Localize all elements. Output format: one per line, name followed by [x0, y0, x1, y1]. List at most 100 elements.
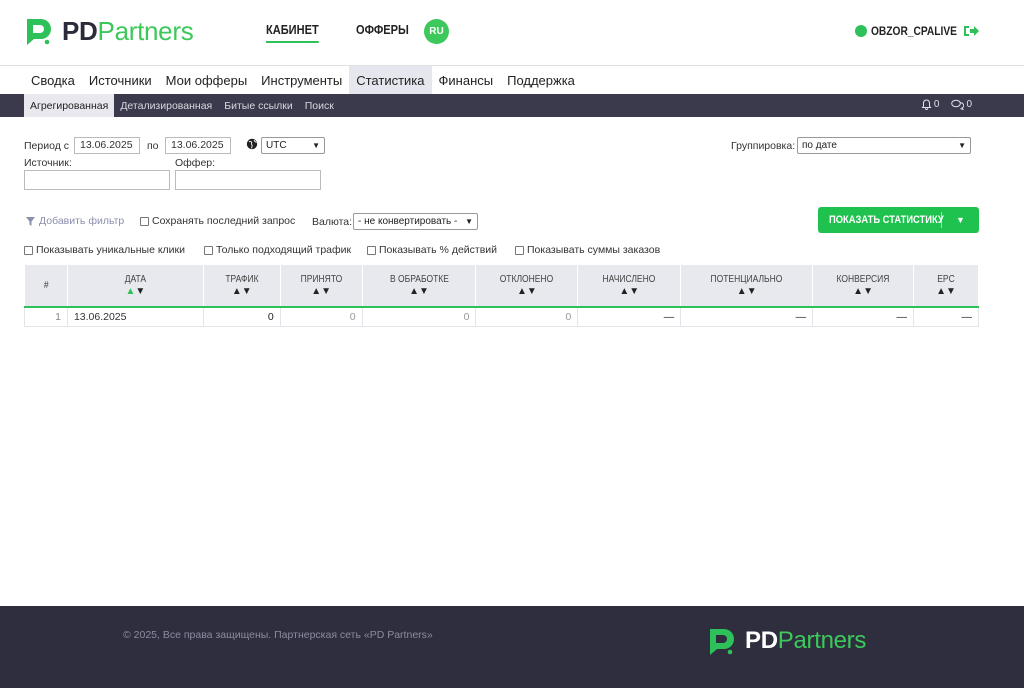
column-title: ТРАФИК: [225, 274, 259, 285]
column-header-processing[interactable]: В ОБРАБОТКЕ ▲▼: [362, 265, 477, 308]
globe-icon: [246, 138, 258, 150]
timezone-select[interactable]: UTC ▼: [261, 137, 325, 154]
nav-cabinet[interactable]: КАБИНЕТ: [266, 22, 319, 43]
sub-nav-broken-links[interactable]: Битые ссылки: [218, 94, 299, 117]
nav-offers[interactable]: ОФФЕРЫ: [356, 22, 409, 43]
period-from-label: Период с: [24, 140, 69, 152]
logout-icon[interactable]: [963, 24, 979, 38]
checkbox-box: [140, 216, 149, 226]
sort-arrows-icon[interactable]: ▲▼: [914, 286, 978, 297]
currency-label: Валюта:: [312, 216, 353, 228]
sort-arrows-icon[interactable]: ▲▼: [363, 286, 476, 297]
caret-down-icon[interactable]: ▼: [942, 215, 979, 225]
bell-count: 0: [933, 99, 940, 110]
save-last-query-label: Сохранять последний запрос: [152, 215, 296, 227]
brand-pd: PD: [62, 15, 98, 46]
add-filter-link[interactable]: Добавить фильтр: [26, 215, 124, 227]
cell-conversion: —: [812, 306, 915, 327]
only-matching-traffic-label: Только подходящий трафик: [216, 244, 352, 256]
column-header-rejected[interactable]: ОТКЛОНЕНО ▲▼: [475, 265, 579, 308]
copyright-text: © 2025, Все права защищены. Партнерская …: [123, 629, 433, 641]
column-title: #: [43, 280, 49, 291]
top-header: PDPartners КАБИНЕТ ОФФЕРЫ RU OBZOR_CPALI…: [0, 0, 1024, 66]
period-from-input[interactable]: 13.06.2025: [74, 137, 140, 154]
cell-index: 1: [24, 306, 68, 327]
cell-accrued: —: [577, 306, 682, 327]
chevron-down-icon: ▼: [312, 141, 320, 150]
column-header-date[interactable]: ДАТА ▲▼: [67, 265, 204, 308]
sub-nav-search[interactable]: Поиск: [299, 94, 340, 117]
sort-arrows-icon[interactable]: ▲▼: [476, 286, 577, 297]
currency-value: - не конвертировать -: [358, 216, 458, 227]
save-last-query-checkbox[interactable]: Сохранять последний запрос: [140, 215, 295, 227]
show-action-percent-label: Показывать % действий: [379, 244, 498, 256]
checkbox-box: [367, 245, 376, 255]
column-header-potential[interactable]: ПОТЕНЦИАЛЬНО ▲▼: [680, 265, 814, 308]
main-nav-statistics[interactable]: Статистика: [349, 66, 432, 94]
column-header-conversion[interactable]: КОНВЕРСИЯ ▲▼: [812, 265, 915, 308]
user-menu[interactable]: OBZOR_CPALIVE: [855, 24, 972, 38]
footer-brand-pd: PD: [745, 627, 778, 654]
checkbox-box: [204, 245, 213, 255]
column-header-accepted[interactable]: ПРИНЯТО ▲▼: [280, 265, 363, 308]
sub-nav-aggregated[interactable]: Агрегированная: [24, 94, 115, 117]
show-order-sums-label: Показывать суммы заказов: [527, 244, 661, 256]
only-matching-traffic-checkbox[interactable]: Только подходящий трафик: [204, 244, 351, 256]
show-statistics-label: ПОКАЗАТЬ СТАТИСТИКУ: [829, 214, 944, 226]
main-nav-summary[interactable]: Сводка: [24, 66, 82, 94]
cell-epc: —: [913, 306, 979, 327]
show-order-sums-checkbox[interactable]: Показывать суммы заказов: [515, 244, 660, 256]
sort-arrows-icon[interactable]: ▲▼: [68, 286, 203, 297]
brand-logo[interactable]: PDPartners: [24, 14, 194, 48]
filter-icon: [26, 216, 35, 226]
sub-nav-detailed[interactable]: Детализированная: [114, 94, 218, 117]
language-switch[interactable]: RU: [424, 19, 449, 44]
table-row: 1 13.06.2025 0 0 0 0 — — — —: [24, 306, 979, 327]
column-title: ПРИНЯТО: [300, 274, 342, 285]
grouping-value: по дате: [802, 140, 837, 151]
sort-arrows-icon[interactable]: ▲▼: [204, 286, 280, 297]
show-statistics-button[interactable]: ПОКАЗАТЬ СТАТИСТИКУ ▼: [818, 207, 979, 233]
footer-brand-partners: Partners: [777, 627, 867, 654]
sort-arrows-icon[interactable]: ▲▼: [281, 286, 362, 297]
logo-mark-icon: [27, 19, 51, 45]
column-header-index: #: [24, 265, 68, 308]
add-filter-label: Добавить фильтр: [39, 215, 125, 227]
main-nav-tools[interactable]: Инструменты: [254, 66, 349, 94]
checkbox-box: [24, 245, 33, 255]
show-unique-clicks-label: Показывать уникальные клики: [36, 244, 185, 256]
cell-traffic: 0: [202, 306, 281, 327]
grouping-label: Группировка:: [731, 140, 796, 152]
sort-arrows-icon[interactable]: ▲▼: [813, 286, 913, 297]
cell-potential: —: [680, 306, 814, 327]
show-action-percent-checkbox[interactable]: Показывать % действий: [367, 244, 497, 256]
column-header-epc[interactable]: EPC ▲▼: [913, 265, 979, 308]
chevron-down-icon: ▼: [465, 217, 473, 226]
statistics-table: # ДАТА ▲▼ ТРАФИК ▲▼ ПРИНЯТО ▲▼ В ОБРАБОТКЕ ▲…: [24, 265, 979, 327]
show-unique-clicks-checkbox[interactable]: Показывать уникальные клики: [24, 244, 185, 256]
checkbox-box: [515, 245, 524, 255]
chevron-down-icon: ▼: [958, 141, 966, 150]
column-header-accrued[interactable]: НАЧИСЛЕНО ▲▼: [577, 265, 682, 308]
main-nav-sources[interactable]: Источники: [82, 66, 159, 94]
username: OBZOR_CPALIVE: [871, 24, 957, 38]
column-header-traffic[interactable]: ТРАФИК ▲▼: [203, 265, 281, 308]
page-footer: © 2025, Все права защищены. Партнерская …: [0, 606, 1024, 688]
period-to-input[interactable]: 13.06.2025: [165, 137, 231, 154]
offer-label: Оффер:: [175, 157, 216, 169]
grouping-select[interactable]: по дате ▼: [797, 137, 971, 154]
messages-button[interactable]: 0: [951, 99, 972, 110]
sort-arrows-icon[interactable]: ▲▼: [578, 286, 680, 297]
main-nav-my-offers[interactable]: Мои офферы: [159, 66, 255, 94]
cell-accepted: 0: [279, 306, 363, 327]
footer-logo[interactable]: PDPartners: [707, 626, 866, 656]
currency-select[interactable]: - не конвертировать - ▼: [353, 213, 478, 230]
brand-partners: Partners: [97, 15, 194, 46]
footer-brand-name: PDPartners: [745, 627, 866, 655]
notifications-button[interactable]: 0: [921, 99, 940, 110]
main-nav-support[interactable]: Поддержка: [500, 66, 582, 94]
source-input[interactable]: [24, 170, 170, 190]
sort-arrows-icon[interactable]: ▲▼: [681, 286, 812, 297]
main-nav-finance[interactable]: Финансы: [432, 66, 501, 94]
offer-input[interactable]: [175, 170, 321, 190]
